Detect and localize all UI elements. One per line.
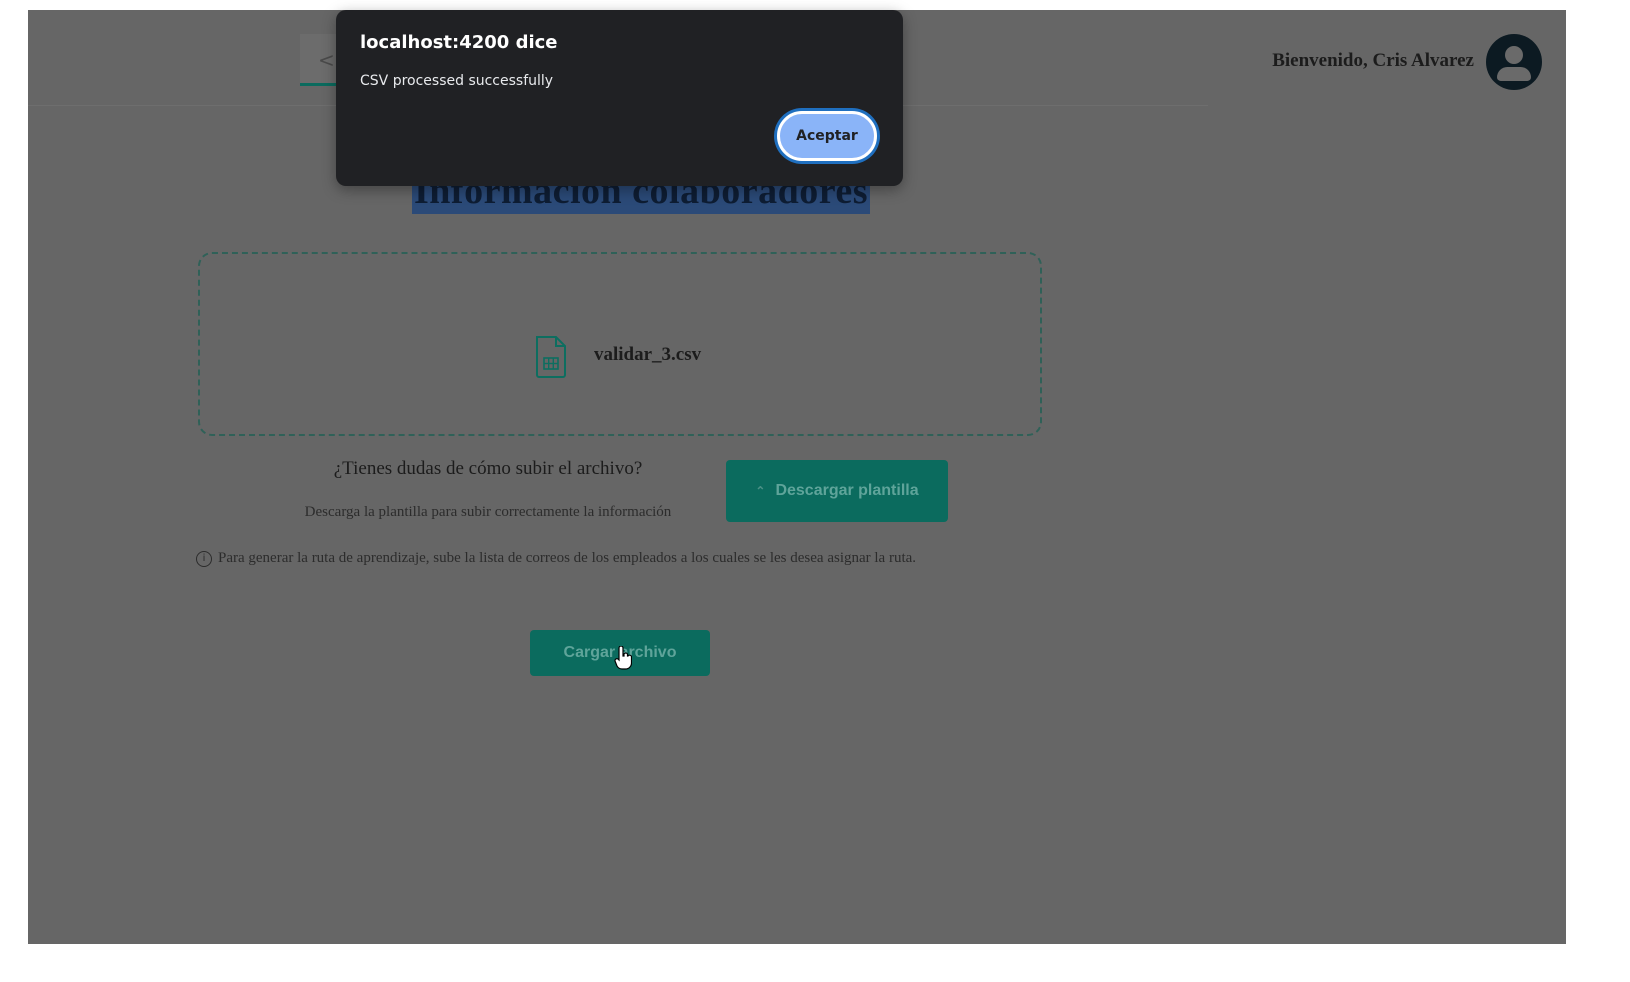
- dialog-message: CSV processed successfully: [360, 73, 554, 89]
- download-template-button[interactable]: ⌃ Descargar plantilla: [726, 460, 948, 522]
- dialog-title: localhost:4200 dice: [360, 32, 558, 53]
- accept-button[interactable]: Aceptar: [777, 111, 877, 161]
- welcome-text: Bienvenido, Cris Alvarez: [1272, 50, 1474, 71]
- avatar-head: [1505, 46, 1523, 64]
- info-text: Para generar la ruta de aprendizaje, sub…: [218, 550, 917, 566]
- file-dropzone[interactable]: validar_3.csv: [198, 252, 1042, 436]
- download-icon: ⌃: [755, 484, 766, 498]
- help-subtitle: Descarga la plantilla para subir correct…: [304, 504, 672, 520]
- alert-dialog: localhost:4200 dice CSV processed succes…: [336, 10, 903, 186]
- csv-file-icon: [536, 336, 566, 378]
- help-question: ¿Tienes dudas de cómo subir el archivo?: [333, 458, 643, 479]
- hand-pointer-icon: [614, 646, 632, 670]
- info-icon: i: [196, 550, 212, 567]
- file-name: validar_3.csv: [594, 344, 702, 365]
- info-note: i Para generar la ruta de aprendizaje, s…: [196, 550, 916, 567]
- avatar-body: [1497, 67, 1531, 81]
- download-button-label: Descargar plantilla: [775, 482, 919, 499]
- user-avatar-icon[interactable]: [1486, 34, 1542, 90]
- chevron-left-icon: <: [318, 48, 335, 72]
